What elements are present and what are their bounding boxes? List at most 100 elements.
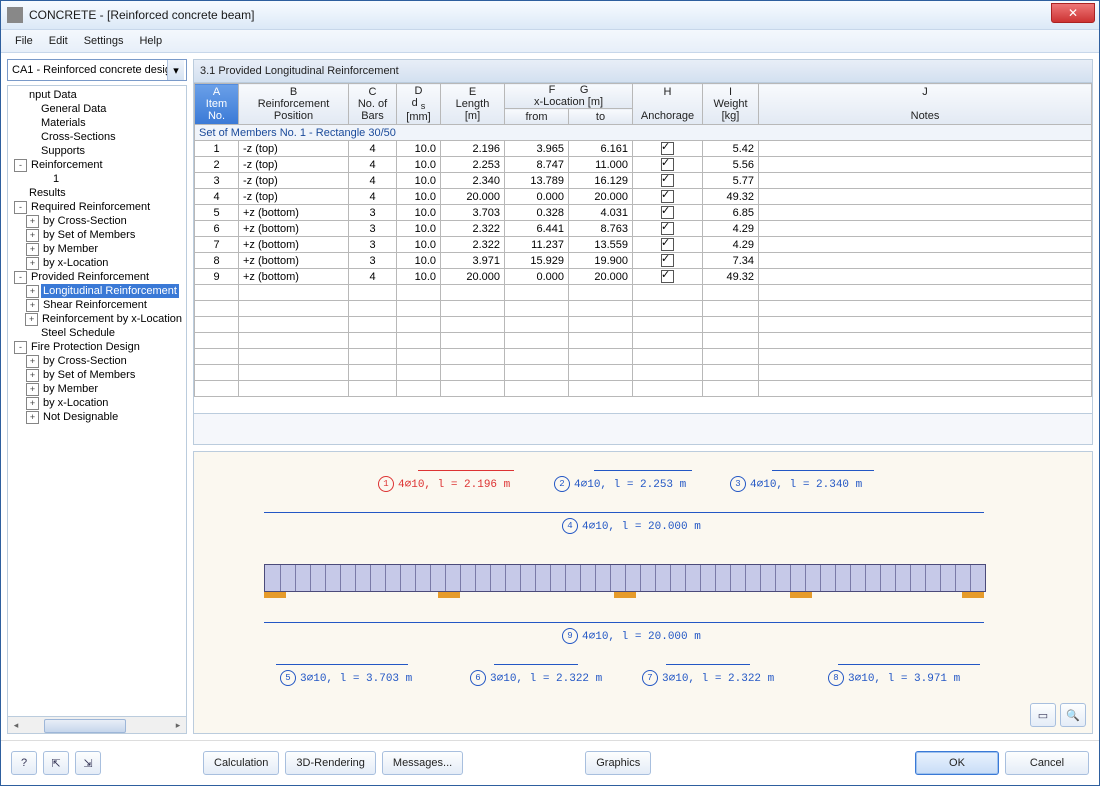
cell-anchorage[interactable]: [633, 157, 703, 173]
tree-item[interactable]: +by Set of Members: [8, 228, 186, 242]
tree-item[interactable]: -Fire Protection Design: [8, 340, 186, 354]
3d-rendering-button[interactable]: 3D-Rendering: [285, 751, 375, 775]
cell-to[interactable]: 6.161: [569, 141, 633, 157]
cell-from[interactable]: 13.789: [505, 173, 569, 189]
cell-from[interactable]: 0.000: [505, 189, 569, 205]
col-c[interactable]: CNo. ofBars: [349, 84, 397, 125]
col-j[interactable]: JNotes: [759, 84, 1092, 125]
cell-ds[interactable]: 10.0: [397, 157, 441, 173]
cell-weight[interactable]: 5.56: [703, 157, 759, 173]
tree-toggle-icon[interactable]: +: [26, 243, 39, 256]
tree-item[interactable]: +Not Designable: [8, 410, 186, 424]
graphics-button[interactable]: Graphics: [585, 751, 651, 775]
cell-position[interactable]: +z (bottom): [239, 221, 349, 237]
cell-weight[interactable]: 7.34: [703, 253, 759, 269]
col-d[interactable]: Dd s[mm]: [397, 84, 441, 125]
cell-anchorage[interactable]: [633, 173, 703, 189]
help-button[interactable]: ?: [11, 751, 37, 775]
cell-from[interactable]: 8.747: [505, 157, 569, 173]
tree-toggle-icon[interactable]: +: [26, 229, 39, 242]
col-fg[interactable]: F Gx-Location [m]: [505, 84, 633, 109]
col-e[interactable]: ELength[m]: [441, 84, 505, 125]
cell-anchorage[interactable]: [633, 141, 703, 157]
tree-toggle-icon[interactable]: -: [14, 159, 27, 172]
tree-item[interactable]: +by Cross-Section: [8, 354, 186, 368]
cell-weight[interactable]: 5.42: [703, 141, 759, 157]
cell-notes[interactable]: [759, 253, 1092, 269]
menu-help[interactable]: Help: [131, 32, 170, 50]
tree-item[interactable]: Materials: [8, 116, 186, 130]
cell-from[interactable]: 0.328: [505, 205, 569, 221]
calculation-button[interactable]: Calculation: [203, 751, 279, 775]
tree-toggle-icon[interactable]: -: [14, 341, 27, 354]
cell-position[interactable]: -z (top): [239, 173, 349, 189]
cell-notes[interactable]: [759, 237, 1092, 253]
cell-position[interactable]: +z (bottom): [239, 205, 349, 221]
cell-bars[interactable]: 3: [349, 221, 397, 237]
tree-toggle-icon[interactable]: +: [25, 313, 38, 326]
graphic-select-button[interactable]: ▭: [1030, 703, 1056, 727]
tree-item[interactable]: +Reinforcement by x-Location: [8, 312, 186, 326]
col-i[interactable]: IWeight[kg]: [703, 84, 759, 125]
table-row[interactable]: 5+z (bottom)310.03.7030.3284.0316.85: [195, 205, 1092, 221]
tree-item[interactable]: Steel Schedule: [8, 326, 186, 340]
cell-item[interactable]: 5: [195, 205, 239, 221]
anchorage-checkbox[interactable]: [661, 206, 674, 219]
scroll-track[interactable]: [24, 718, 170, 732]
table-row[interactable]: 1-z (top)410.02.1963.9656.1615.42: [195, 141, 1092, 157]
col-h[interactable]: HAnchorage: [633, 84, 703, 125]
cell-anchorage[interactable]: [633, 189, 703, 205]
cell-to[interactable]: 8.763: [569, 221, 633, 237]
cell-bars[interactable]: 4: [349, 157, 397, 173]
tree-toggle-icon[interactable]: -: [14, 201, 27, 214]
cell-weight[interactable]: 6.85: [703, 205, 759, 221]
tree-toggle-icon[interactable]: +: [26, 397, 39, 410]
graphic-zoom-button[interactable]: 🔍: [1060, 703, 1086, 727]
cell-anchorage[interactable]: [633, 237, 703, 253]
table-row[interactable]: 7+z (bottom)310.02.32211.23713.5594.29: [195, 237, 1092, 253]
cell-position[interactable]: +z (bottom): [239, 253, 349, 269]
cell-position[interactable]: -z (top): [239, 141, 349, 157]
cell-ds[interactable]: 10.0: [397, 253, 441, 269]
col-g[interactable]: to: [569, 109, 633, 125]
cell-length[interactable]: 20.000: [441, 189, 505, 205]
tree-toggle-icon[interactable]: +: [26, 369, 39, 382]
menu-edit[interactable]: Edit: [41, 32, 76, 50]
tree-item[interactable]: nput Data: [8, 88, 186, 102]
tree-toggle-icon[interactable]: +: [26, 215, 39, 228]
anchorage-checkbox[interactable]: [661, 158, 674, 171]
cell-from[interactable]: 6.441: [505, 221, 569, 237]
cell-from[interactable]: 3.965: [505, 141, 569, 157]
tree-item[interactable]: +by x-Location: [8, 396, 186, 410]
tree-item[interactable]: 1: [8, 172, 186, 186]
cell-ds[interactable]: 10.0: [397, 237, 441, 253]
tree-item[interactable]: -Reinforcement: [8, 158, 186, 172]
cell-weight[interactable]: 4.29: [703, 237, 759, 253]
anchorage-checkbox[interactable]: [661, 270, 674, 283]
cell-ds[interactable]: 10.0: [397, 189, 441, 205]
tree-toggle-icon[interactable]: +: [26, 285, 39, 298]
cell-bars[interactable]: 4: [349, 189, 397, 205]
cell-from[interactable]: 15.929: [505, 253, 569, 269]
table-row[interactable]: 4-z (top)410.020.0000.00020.00049.32: [195, 189, 1092, 205]
cell-length[interactable]: 2.322: [441, 221, 505, 237]
cell-weight[interactable]: 49.32: [703, 269, 759, 285]
tree-item[interactable]: Results: [8, 186, 186, 200]
tree-item[interactable]: +by Member: [8, 242, 186, 256]
cell-notes[interactable]: [759, 157, 1092, 173]
cell-notes[interactable]: [759, 269, 1092, 285]
anchorage-checkbox[interactable]: [661, 190, 674, 203]
table-row[interactable]: 2-z (top)410.02.2538.74711.0005.56: [195, 157, 1092, 173]
cell-to[interactable]: 20.000: [569, 269, 633, 285]
cell-item[interactable]: 9: [195, 269, 239, 285]
cell-item[interactable]: 1: [195, 141, 239, 157]
anchorage-checkbox[interactable]: [661, 222, 674, 235]
tree-item[interactable]: +Longitudinal Reinforcement: [8, 284, 186, 298]
cell-anchorage[interactable]: [633, 205, 703, 221]
cell-to[interactable]: 13.559: [569, 237, 633, 253]
tree-item[interactable]: +Shear Reinforcement: [8, 298, 186, 312]
tree-scrollbar-h[interactable]: ◂ ▸: [7, 717, 187, 734]
anchorage-checkbox[interactable]: [661, 142, 674, 155]
cell-bars[interactable]: 3: [349, 205, 397, 221]
cell-ds[interactable]: 10.0: [397, 141, 441, 157]
